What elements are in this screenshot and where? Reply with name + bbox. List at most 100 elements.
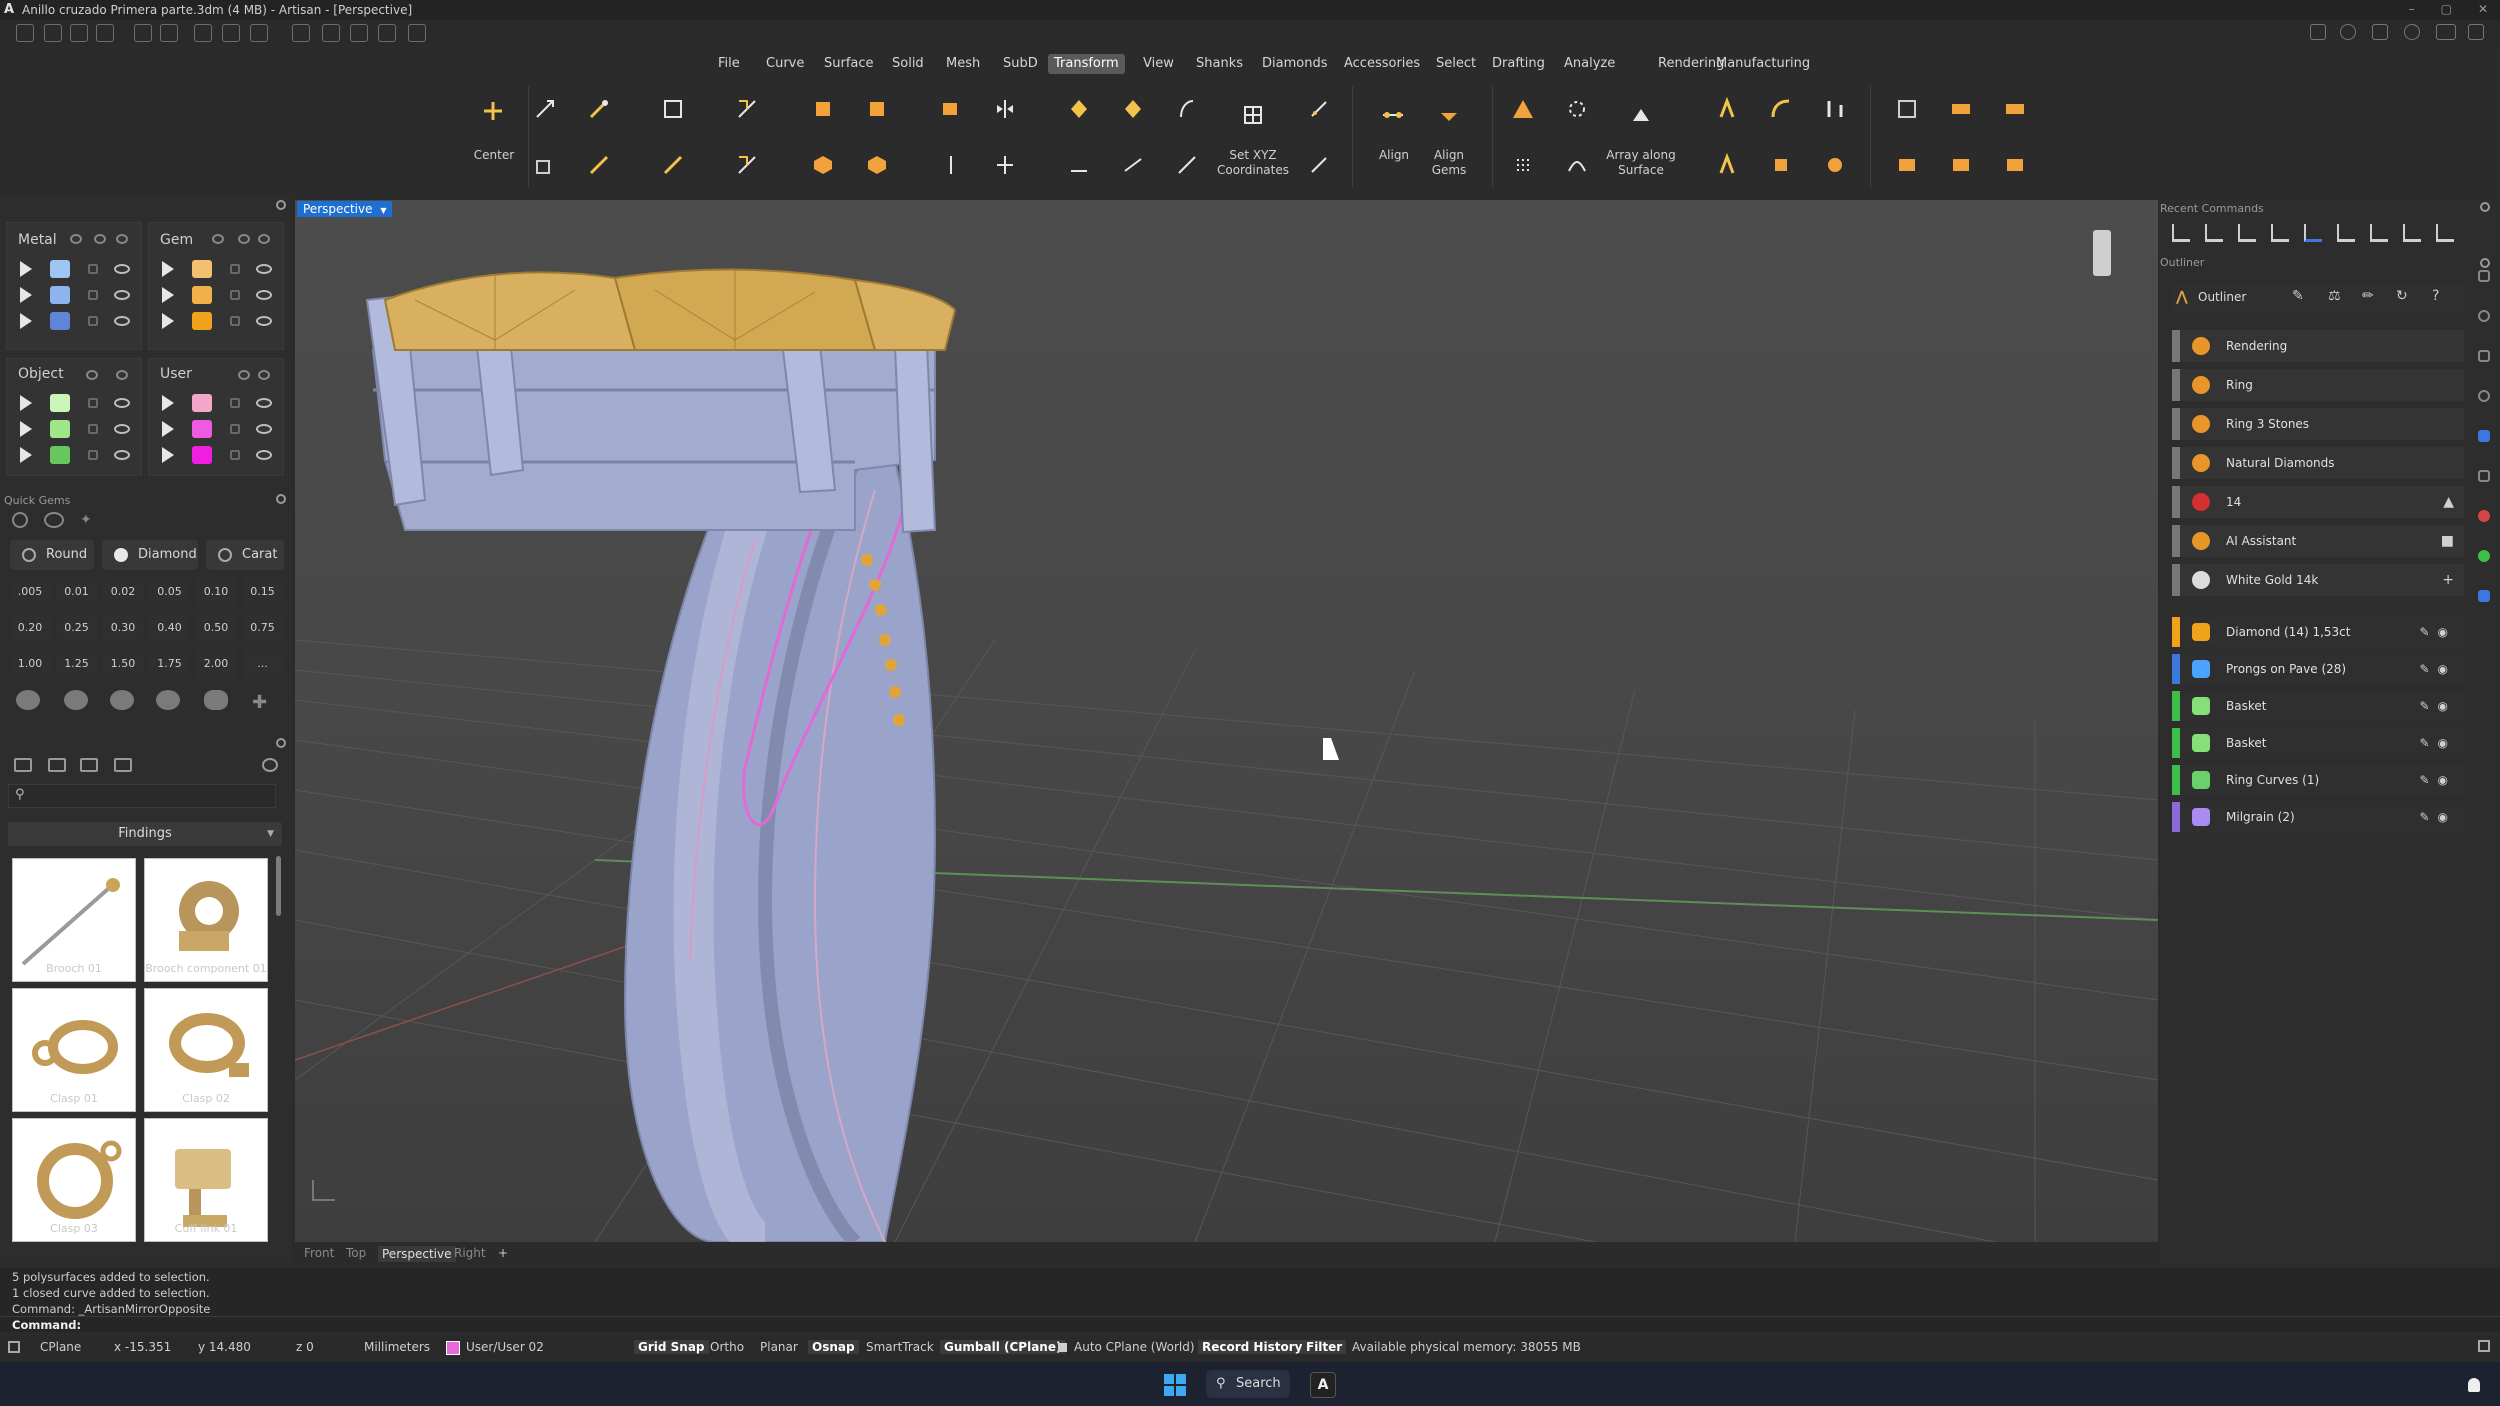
mirror-row2b-button[interactable] (984, 144, 1026, 186)
outliner-material-row[interactable]: Ring 3 Stones (2172, 408, 2464, 440)
gem-mode-oval-icon[interactable] (44, 512, 64, 528)
notification-bell-icon[interactable] (2468, 1378, 2480, 1392)
viewport-title[interactable]: Perspective ▼ (297, 201, 393, 217)
outliner-material-row[interactable]: White Gold 14k + (2172, 564, 2464, 596)
outliner-material-row[interactable]: 14 ▲ (2172, 486, 2464, 518)
layer-color-swatch[interactable] (192, 312, 212, 330)
play-icon[interactable] (162, 447, 174, 463)
menu-select[interactable]: Select (1430, 54, 1482, 74)
cloud-icon[interactable] (2372, 24, 2388, 40)
boxedit-button[interactable] (1886, 88, 1928, 130)
save-icon[interactable] (194, 24, 212, 42)
lock-icon[interactable] (230, 450, 240, 460)
menu-drafting[interactable]: Drafting (1486, 54, 1551, 74)
play-icon[interactable] (20, 395, 32, 411)
gem-size-button[interactable]: 0.30 (103, 614, 143, 642)
recent-command-icon[interactable] (2205, 224, 2223, 242)
viewport-tab-top[interactable]: Top (346, 1246, 366, 1260)
mirror-button[interactable] (930, 88, 972, 130)
layer-row[interactable] (6, 444, 142, 466)
quick-gems-gear-icon[interactable] (276, 494, 286, 504)
layer-color-swatch[interactable] (50, 446, 70, 464)
library-refresh-icon[interactable] (262, 758, 278, 772)
gem-size-button[interactable]: 0.50 (196, 614, 236, 642)
layer-color-swatch[interactable] (192, 286, 212, 304)
snapshot-icon[interactable] (322, 24, 340, 42)
menu-transform[interactable]: Transform (1048, 54, 1125, 74)
gumball-toggle[interactable]: Gumball (CPlane) (940, 1340, 1066, 1354)
lock-icon[interactable] (88, 398, 98, 408)
lock-icon[interactable] (230, 424, 240, 434)
scale3d-button[interactable] (726, 144, 768, 186)
outliner-balance-icon[interactable]: ⚖ (2328, 288, 2341, 304)
menu-curve[interactable]: Curve (760, 54, 810, 74)
status-units[interactable]: Millimeters (364, 1340, 430, 1354)
library-search-input[interactable]: ⚲ (8, 784, 276, 808)
outliner-row-action-icon[interactable]: + (2442, 564, 2454, 596)
status-expand-icon[interactable] (2478, 1340, 2490, 1352)
library-category-select[interactable]: Findings ▼ (8, 822, 282, 846)
outliner-material-row[interactable]: Natural Diamonds (2172, 447, 2464, 479)
side-icon-2[interactable] (2478, 310, 2490, 322)
info-icon[interactable] (2340, 24, 2356, 40)
edit-visibility-icons[interactable]: ✎◉ (2419, 728, 2456, 758)
status-cplane[interactable]: CPlane (40, 1340, 81, 1354)
side-icon-7[interactable] (2478, 510, 2490, 522)
recent-command-icon[interactable] (2271, 224, 2289, 242)
rotate-button[interactable] (652, 88, 694, 130)
smooth-button[interactable] (1166, 144, 1208, 186)
array-grid-button[interactable] (1502, 144, 1544, 186)
layer-color-swatch[interactable] (192, 446, 212, 464)
project-button[interactable] (1814, 88, 1856, 130)
library-add-folder-icon[interactable] (48, 758, 66, 772)
side-icon-6[interactable] (2478, 470, 2490, 482)
gem-size-button[interactable]: 1.50 (103, 650, 143, 678)
recent-command-icon[interactable] (2403, 224, 2421, 242)
open-folder-icon[interactable] (70, 24, 88, 42)
status-panel-icon[interactable] (8, 1341, 20, 1353)
cage2-button[interactable] (1760, 144, 1802, 186)
gem-shape-4-icon[interactable] (156, 690, 180, 710)
gem-size-button[interactable]: 0.40 (149, 614, 190, 642)
edit-visibility-icons[interactable]: ✎◉ (2419, 802, 2456, 832)
outliner-edit-icon[interactable]: ✏ (2362, 288, 2374, 304)
viewport-tab-front[interactable]: Front (304, 1246, 334, 1260)
outliner-refresh-icon[interactable]: ↻ (2396, 288, 2408, 304)
layer-header-icon[interactable] (238, 370, 250, 380)
eye-icon[interactable] (114, 424, 130, 434)
side-icon-3[interactable] (2478, 350, 2490, 362)
lock-icon[interactable] (88, 264, 98, 274)
gem-size-button[interactable]: 0.25 (56, 614, 97, 642)
library-gear-icon[interactable] (276, 738, 286, 748)
align-gems-button[interactable] (1428, 94, 1470, 136)
planar-toggle[interactable]: Planar (760, 1340, 798, 1354)
perspective-viewport[interactable] (295, 200, 2158, 1242)
redo-icon[interactable] (160, 24, 178, 42)
outliner-object-row[interactable]: Ring Curves (1) ✎◉ (2172, 765, 2464, 795)
mirror-row2-button[interactable] (930, 144, 972, 186)
gem-shape-5-icon[interactable] (204, 690, 228, 710)
taskbar-search-button[interactable]: ⚲ Search (1206, 1370, 1290, 1398)
minimize-button[interactable]: – (2409, 2, 2415, 16)
eye-icon[interactable] (114, 398, 130, 408)
current-layer-swatch[interactable] (446, 1341, 460, 1355)
array-curve-button[interactable] (1556, 88, 1598, 130)
layer-color-swatch[interactable] (50, 260, 70, 278)
layer-color-swatch[interactable] (50, 394, 70, 412)
eye-icon[interactable] (114, 316, 130, 326)
gem-add-icon[interactable]: ✚ (252, 692, 267, 713)
layer-color-swatch[interactable] (192, 260, 212, 278)
twist2-button[interactable] (1298, 144, 1340, 186)
play-icon[interactable] (162, 395, 174, 411)
save-as-icon[interactable] (222, 24, 240, 42)
taper2-button[interactable] (1994, 144, 2036, 186)
lock-icon[interactable] (88, 316, 98, 326)
outliner-material-row[interactable]: Rendering (2172, 330, 2464, 362)
import-icon[interactable] (292, 24, 310, 42)
eye-icon[interactable] (114, 264, 130, 274)
taper-button[interactable] (1994, 88, 2036, 130)
outliner-object-row[interactable]: Milgrain (2) ✎◉ (2172, 802, 2464, 832)
settings-gear-icon[interactable] (408, 24, 426, 42)
sporph-button[interactable] (1112, 144, 1154, 186)
layer-row[interactable] (6, 310, 142, 332)
